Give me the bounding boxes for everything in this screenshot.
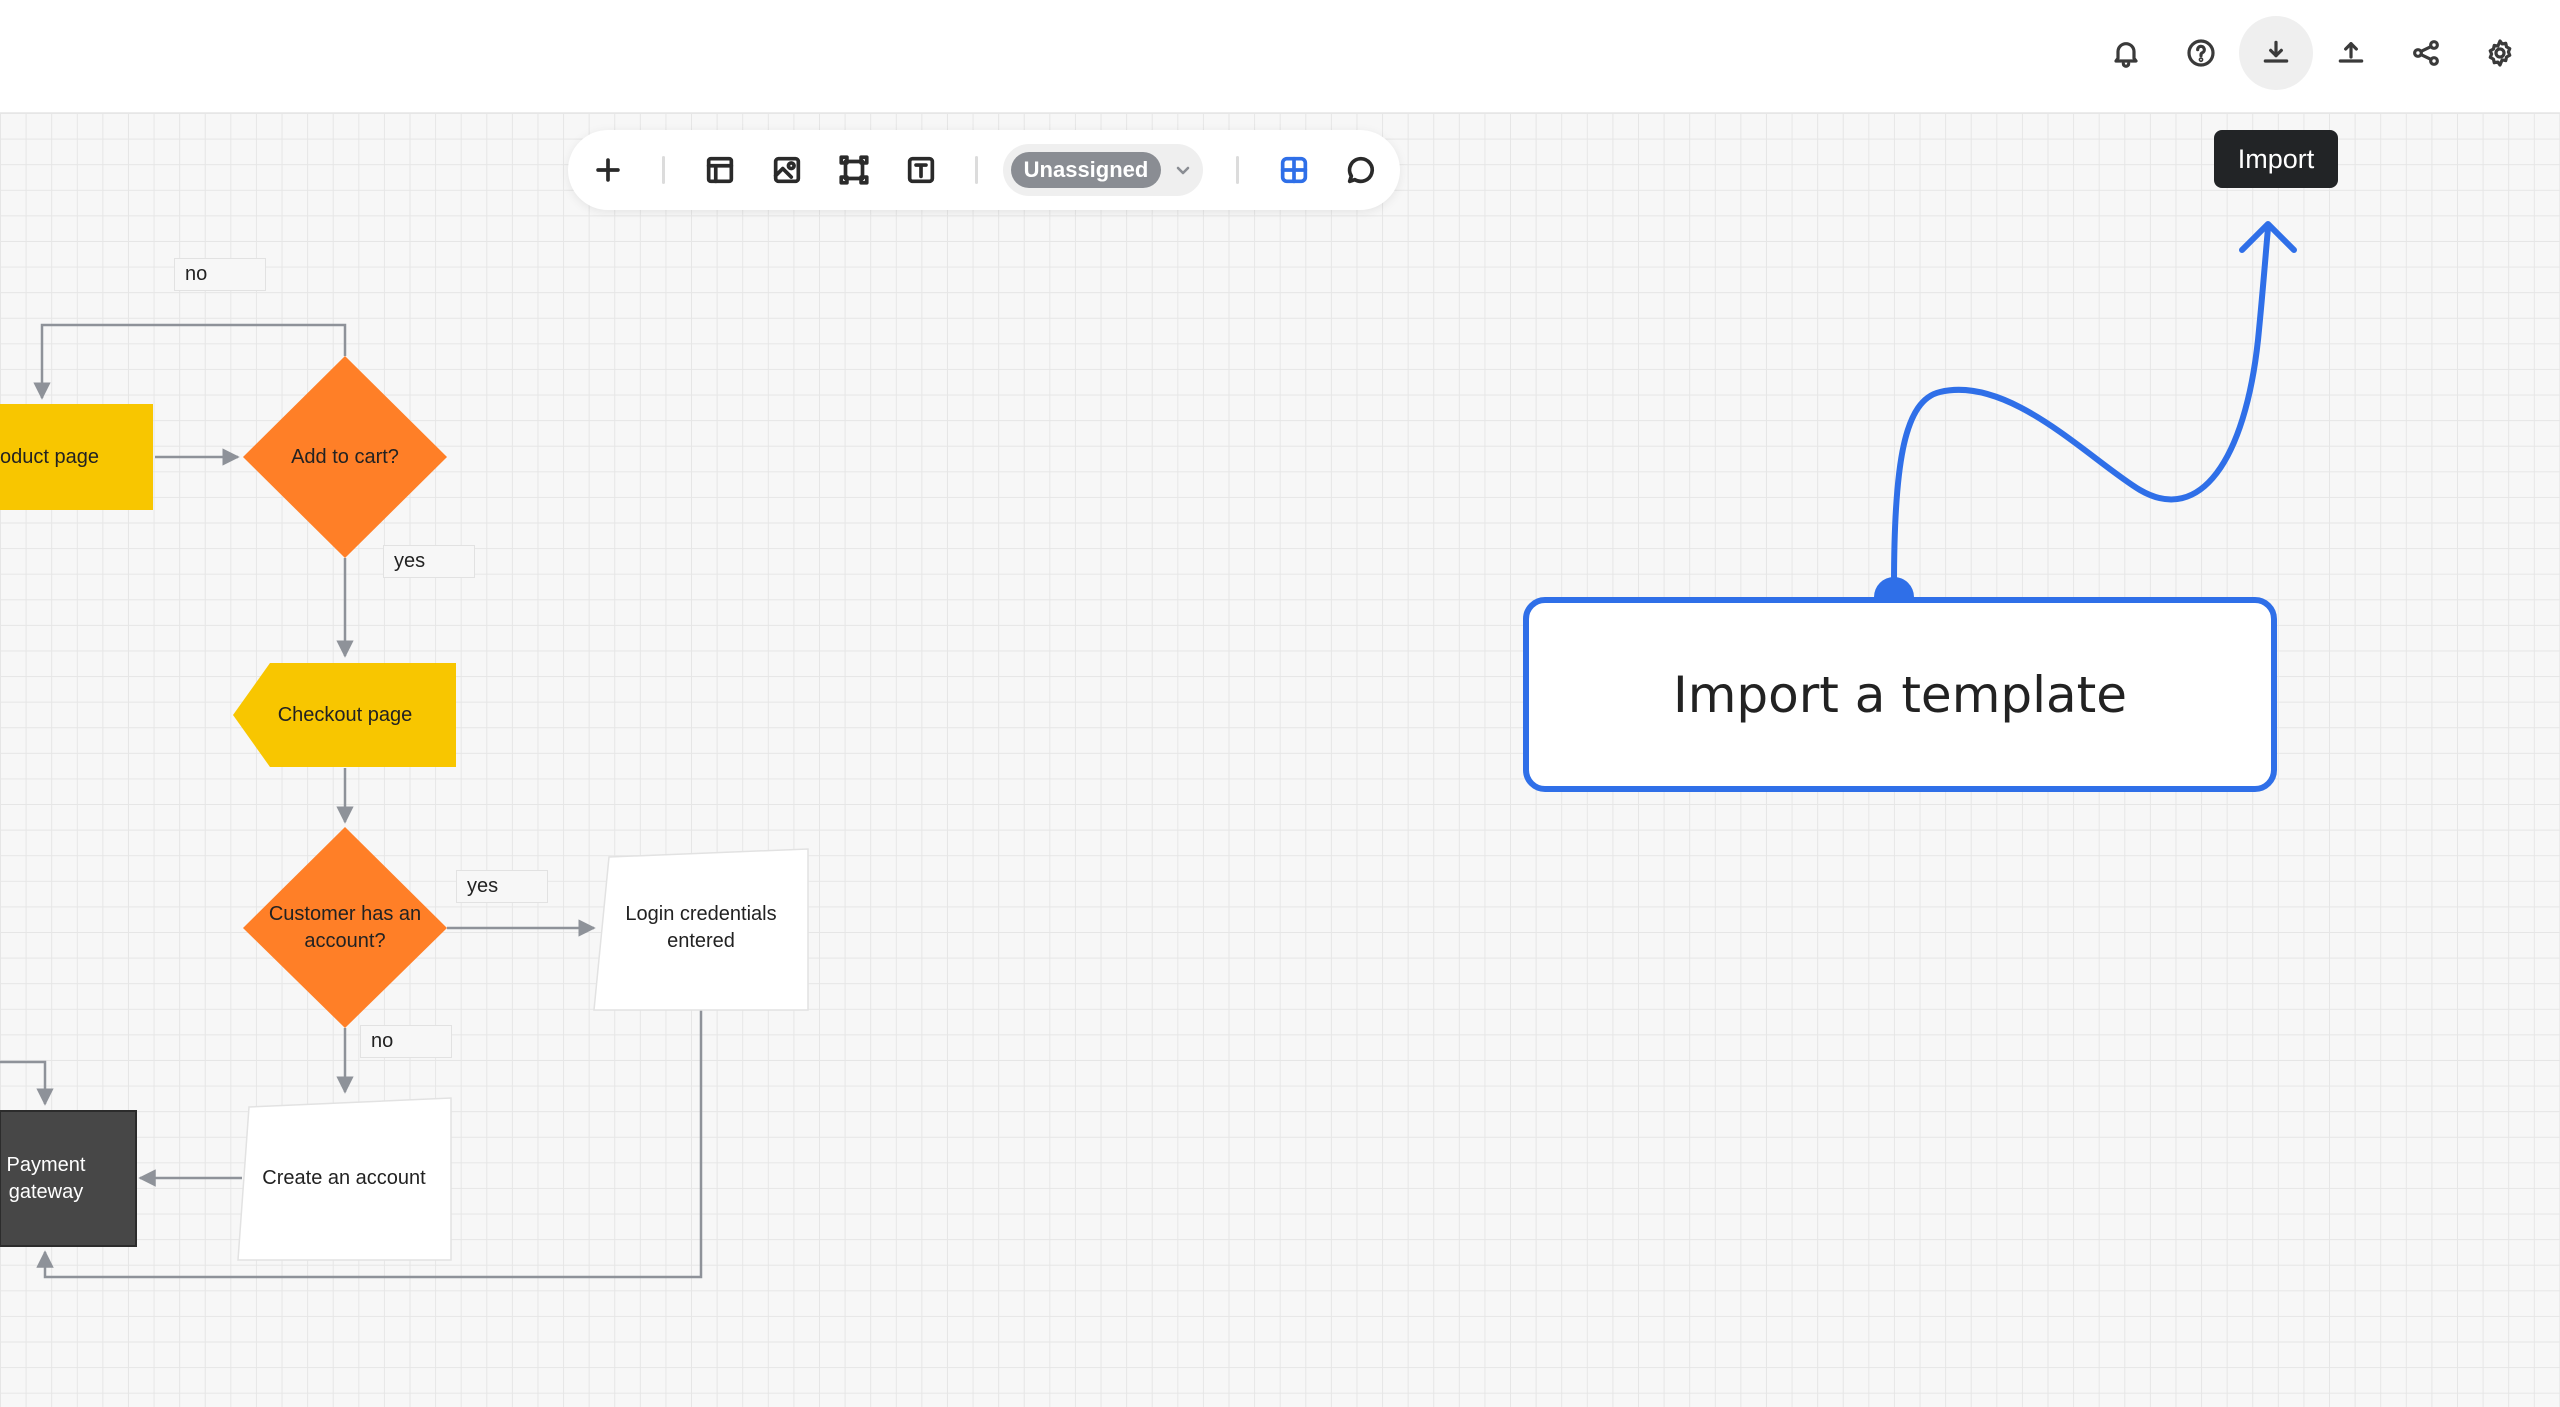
customer-account-label-line1: Customer has an [268,903,422,925]
assignee-value: Unassigned [1011,152,1161,188]
callout-anchor-dot [1874,577,1914,597]
login-credentials-label-line1: Login credentials [625,903,777,925]
payment-gateway-label-line2: gateway [8,1181,84,1203]
create-account-label: Create an account [262,1166,426,1189]
payment-gateway-label-line1: Payment [6,1154,86,1176]
edge-label-yes-cart: yes [383,545,475,578]
frame-icon[interactable] [830,146,878,194]
template-layout-icon[interactable] [696,146,744,194]
add-to-cart-label: Add to cart? [291,445,399,468]
login-credentials-label-line2: entered [667,930,735,952]
customer-account-label-line2: account? [304,930,386,952]
image-icon[interactable] [763,146,811,194]
comment-icon[interactable] [1337,146,1385,194]
login-credentials-label: Login credentials entered [605,898,797,958]
edge-label-no-top: no [174,258,266,291]
import-template-callout: Import a template [1523,597,2277,792]
grid-view-icon[interactable] [1270,146,1318,194]
customer-account-label: Customer has an account? [255,898,435,958]
connector-left-to-payment [0,1060,54,1106]
toolbar-divider [662,156,665,184]
floating-toolbar: Unassigned [568,130,1400,210]
toolbar-divider [1236,156,1239,184]
assignee-dropdown[interactable]: Unassigned [1003,144,1203,196]
import-tooltip: Import [2214,130,2338,188]
edge-label-no-account: no [360,1025,452,1058]
toolbar-divider [975,156,978,184]
text-icon[interactable] [897,146,945,194]
callout-curved-arrow [1891,225,2271,588]
product-page-label: oduct page [0,445,99,468]
chevron-down-icon [1176,166,1190,175]
checkout-page-label: Checkout page [277,703,413,726]
payment-gateway-label: Payment gateway [0,1149,92,1209]
plus-icon[interactable] [584,146,632,194]
connector-no-loop [33,323,347,400]
edge-label-yes-account: yes [456,870,548,903]
